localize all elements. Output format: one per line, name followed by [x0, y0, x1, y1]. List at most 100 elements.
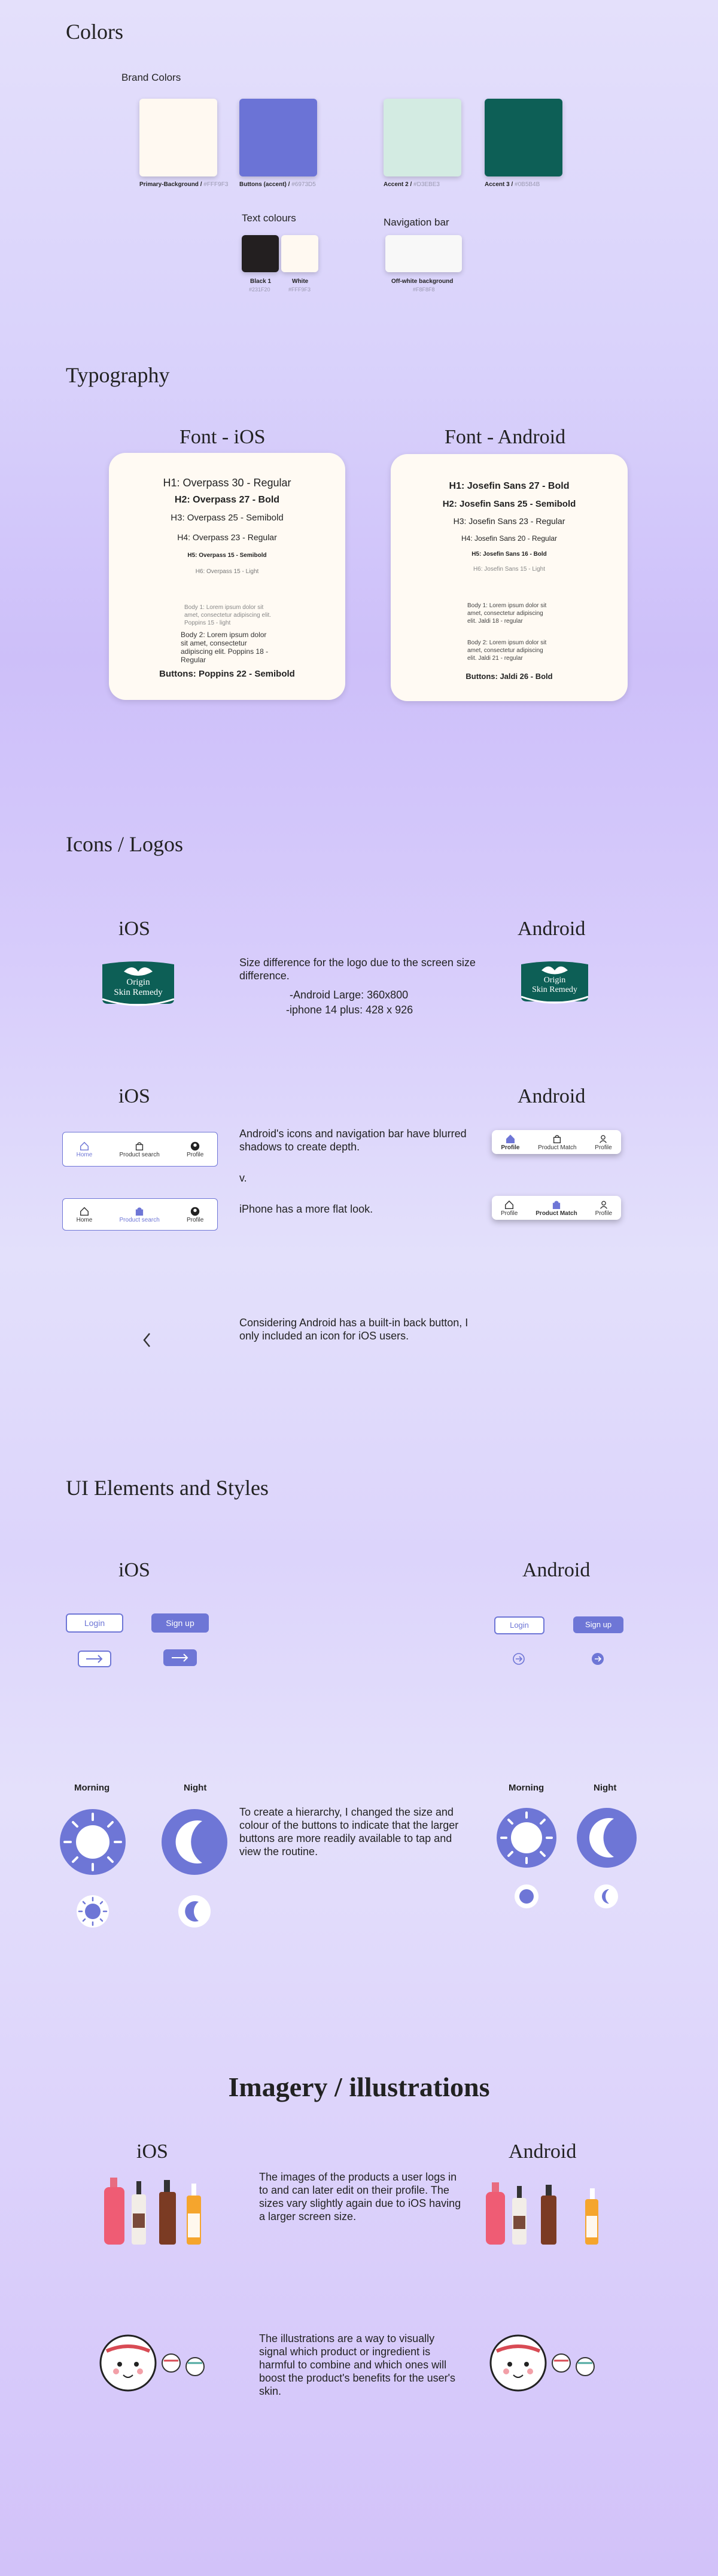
ios-arrow-outline-button[interactable]: [78, 1651, 111, 1667]
android-night-small-button[interactable]: [593, 1883, 619, 1910]
android-arrow-outline-button[interactable]: [512, 1652, 525, 1665]
arrow-right-icon: [513, 1653, 525, 1665]
android-night-button[interactable]: [576, 1807, 638, 1869]
ios-navbar-home-active: Home Product search Profile: [62, 1132, 218, 1167]
nav-product-match[interactable]: Product Match: [538, 1134, 577, 1151]
nav-profile-label: Profile: [187, 1151, 204, 1158]
sun-icon: [77, 1895, 109, 1928]
ios-login-button[interactable]: Login: [66, 1613, 123, 1633]
arrow-right-icon: [172, 1654, 188, 1662]
moon-icon: [162, 1809, 227, 1875]
android-body2: Body 2: Lorem ipsum dolor sit amet, cons…: [467, 640, 547, 662]
logo-description: Size difference for the logo due to the …: [239, 957, 476, 982]
nav-profile-label: Profile: [501, 1144, 520, 1151]
ios-h6: H6: Overpass 15 - Light: [195, 568, 259, 575]
ios-morning-small-button[interactable]: [75, 1894, 110, 1929]
moon-icon: [178, 1895, 211, 1928]
ios-logo: Origin Skin Remedy: [98, 956, 179, 1011]
nav-profile[interactable]: Profile: [187, 1141, 203, 1158]
ios-morning-label: Morning: [74, 1783, 110, 1793]
nav-profile-label: Profile: [187, 1216, 204, 1223]
profile-icon: [190, 1141, 200, 1150]
android-morning-label: Morning: [509, 1783, 544, 1793]
home-icon: [505, 1200, 514, 1209]
font-android-heading: Font - Android: [445, 426, 566, 448]
person-icon: [600, 1200, 607, 1209]
android-illustration: [489, 2333, 609, 2393]
arrow-right-icon: [592, 1653, 604, 1665]
nav-profile[interactable]: Profile: [501, 1134, 519, 1151]
ios-arrow-fill-button[interactable]: [163, 1649, 197, 1666]
home-icon: [506, 1134, 515, 1143]
product-bottles-icon: [104, 2178, 201, 2245]
nav-home[interactable]: Home: [77, 1206, 92, 1223]
ios-body1: Body 1: Lorem ipsum dolor sit amet, cons…: [184, 604, 272, 626]
ios-signup-button[interactable]: Sign up: [151, 1613, 209, 1633]
face-illustration-icon: [99, 2334, 205, 2392]
android-logo-text-1: Origin: [543, 976, 566, 985]
face-illustration-icon: [489, 2334, 595, 2392]
swatch-accent-3: [485, 99, 562, 176]
swatch-black-label: Black 1: [250, 278, 272, 285]
ios-h2: H2: Overpass 27 - Bold: [174, 495, 280, 505]
android-h6: H6: Josefin Sans 15 - Light: [473, 566, 546, 573]
product-bottles-icon: [486, 2182, 598, 2245]
android-body1: Body 1: Lorem ipsum dolor sit amet, cons…: [467, 602, 547, 625]
home-icon: [80, 1141, 89, 1150]
nav-product-search[interactable]: Product search: [120, 1206, 160, 1223]
nav-profile-label: Profile: [500, 1210, 518, 1217]
ios-body2: Body 2: Lorem ipsum dolor sit amet, cons…: [181, 631, 269, 664]
nav-home[interactable]: Home: [76, 1141, 93, 1158]
nav-home-label: Home: [76, 1151, 93, 1158]
bag-icon: [136, 1207, 144, 1216]
swatch-accent3-label: Accent 3 / #0B5B4B: [485, 181, 540, 188]
ios-buttons: Buttons: Poppins 22 - Semibold: [159, 669, 295, 679]
ios-illustration: [99, 2333, 219, 2393]
android-morning-button[interactable]: [495, 1807, 558, 1869]
ios-morning-button[interactable]: [59, 1808, 127, 1876]
nav-description-2: iPhone has a more flat look.: [239, 1203, 373, 1215]
icons-android-label-1: Android: [518, 918, 586, 940]
ios-h5: H5: Overpass 15 - Semibold: [187, 552, 267, 559]
nav-product-search-label: Product search: [119, 1216, 160, 1223]
nav-product-match[interactable]: Product Match: [536, 1199, 577, 1217]
imagery-title: Imagery / illustrations: [228, 2072, 490, 2102]
logo-android-size: -Android Large: 360x800: [290, 989, 409, 1001]
home-icon: [80, 1207, 89, 1216]
imagery-ios-label: iOS: [136, 2140, 168, 2163]
nav-profile-2[interactable]: Profile: [595, 1199, 612, 1217]
arrow-right-icon: [86, 1655, 103, 1663]
logo-iphone-size: -iphone 14 plus: 428 x 926: [286, 1004, 413, 1016]
ios-night-button[interactable]: [160, 1808, 229, 1876]
android-product-images: [485, 2182, 610, 2248]
android-logo-text-2: Skin Remedy: [532, 985, 577, 994]
ios-night-small-button[interactable]: [177, 1894, 212, 1929]
swatch-black-hex: #231F20: [249, 287, 270, 293]
typography-title: Typography: [66, 363, 170, 387]
chevron-left-icon[interactable]: [141, 1332, 153, 1348]
android-login-button[interactable]: Login: [494, 1616, 544, 1634]
ios-h1: H1: Overpass 30 - Regular: [163, 477, 291, 489]
sun-icon: [60, 1809, 126, 1875]
navigation-bar-title: Navigation bar: [384, 217, 449, 228]
bag-icon: [553, 1134, 561, 1143]
font-ios-heading: Font - iOS: [180, 426, 266, 448]
font-ios-card: H1: Overpass 30 - Regular H2: Overpass 2…: [109, 453, 345, 700]
ios-night-label: Night: [184, 1783, 207, 1793]
back-description: Considering Android has a built-in back …: [239, 1317, 468, 1342]
imagery-android-label: Android: [509, 2140, 577, 2163]
android-arrow-fill-button[interactable]: [591, 1652, 604, 1665]
android-morning-small-button[interactable]: [513, 1883, 540, 1910]
nav-profile[interactable]: Profile: [501, 1199, 518, 1217]
android-night-label: Night: [594, 1783, 617, 1793]
nav-profile[interactable]: Profile: [187, 1206, 203, 1223]
products-description: The images of the products a user logs i…: [259, 2171, 461, 2222]
nav-profile-2-label: Profile: [595, 1144, 612, 1151]
swatch-white-hex: #FFF9F3: [288, 287, 311, 293]
nav-product-match-label: Product Match: [538, 1144, 577, 1151]
nav-profile-2[interactable]: Profile: [595, 1134, 612, 1151]
nav-product-search[interactable]: Product search: [120, 1141, 160, 1158]
swatch-buttons-accent: [239, 99, 317, 176]
ios-logo-text-1: Origin: [126, 978, 150, 987]
android-signup-button[interactable]: Sign up: [573, 1616, 623, 1633]
